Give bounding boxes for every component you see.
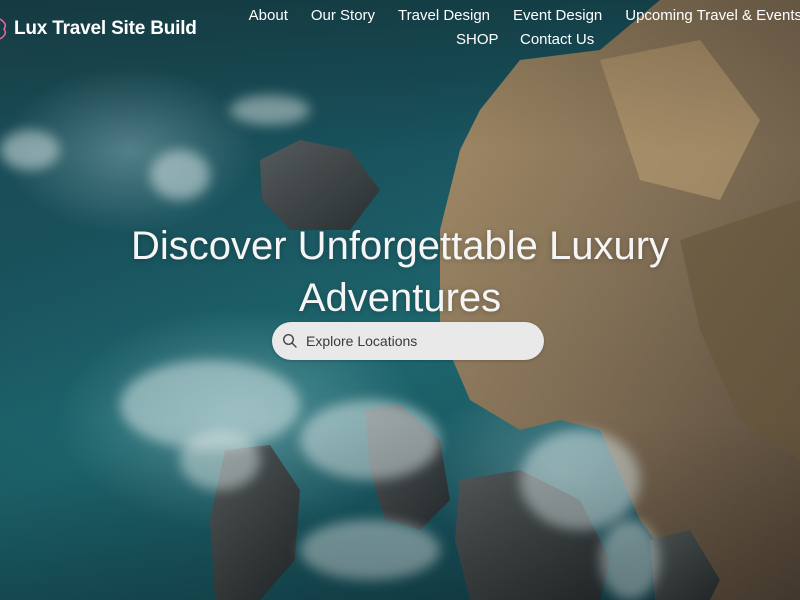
logo-mark-icon — [0, 18, 7, 40]
nav-link-about[interactable]: About — [249, 7, 288, 24]
nav-row-primary: About Our Story Travel Design Event Desi… — [240, 0, 800, 30]
location-search-bar[interactable] — [272, 322, 544, 360]
search-input[interactable] — [306, 333, 526, 349]
nav-link-our-story[interactable]: Our Story — [311, 7, 375, 24]
nav-link-contact-us[interactable]: Contact Us — [520, 31, 594, 48]
hero-headline-line-2: Adventures — [298, 275, 502, 320]
nav-link-upcoming-travel-events[interactable]: Upcoming Travel & Events — [625, 7, 800, 24]
search-icon — [282, 333, 297, 348]
site-title: Lux Travel Site Build — [14, 18, 197, 39]
nav-link-travel-design[interactable]: Travel Design — [398, 7, 490, 24]
nav-link-shop[interactable]: SHOP — [456, 31, 499, 48]
site-logo[interactable]: Lux Travel Site Build — [0, 14, 197, 44]
hero-headline: Discover Unforgettable Luxury Adventures — [0, 220, 800, 324]
main-nav: About Our Story Travel Design Event Desi… — [240, 0, 800, 49]
hero-headline-line-1: Discover Unforgettable Luxury — [130, 223, 670, 268]
nav-link-event-design[interactable]: Event Design — [513, 7, 602, 24]
